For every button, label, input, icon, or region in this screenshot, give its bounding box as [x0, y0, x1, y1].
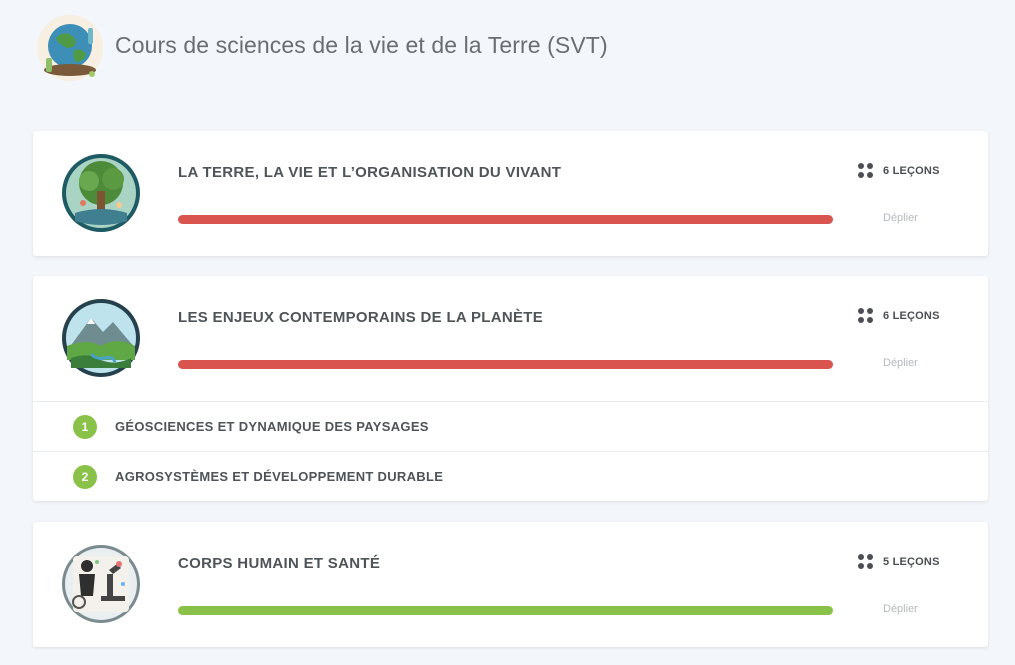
- tree-of-life-icon: [61, 153, 141, 233]
- number-badge: 1: [73, 414, 97, 439]
- lesson-meta: 5 LEÇONS: [858, 554, 940, 569]
- expand-link[interactable]: Déplier: [883, 212, 918, 224]
- chapter-card[interactable]: LA TERRE, LA VIE ET L’ORGANISATION DU VI…: [33, 131, 988, 256]
- course-header: Cours de sciences de la vie et de la Ter…: [34, 14, 608, 84]
- chapter-title: CORPS HUMAIN ET SANTÉ: [178, 555, 381, 572]
- lesson-meta: 6 LEÇONS: [858, 163, 940, 178]
- sub-chapter-title: GÉOSCIENCES ET DYNAMIQUE DES PAYSAGES: [115, 419, 429, 434]
- lesson-count: 6 LEÇONS: [883, 164, 940, 177]
- chapter-card[interactable]: LES ENJEUX CONTEMPORAINS DE LA PLANÈTE 6…: [33, 276, 988, 501]
- grid-dots-icon: [858, 308, 873, 323]
- course-page: Cours de sciences de la vie et de la Ter…: [0, 0, 1015, 665]
- microscope-health-icon: [61, 544, 141, 624]
- earth-globe-science-icon: [34, 14, 106, 84]
- chapter-header[interactable]: CORPS HUMAIN ET SANTÉ 5 LEÇONS Déplier: [33, 522, 988, 647]
- grid-dots-icon: [858, 163, 873, 178]
- sub-chapter-title: AGROSYSTÈMES ET DÉVELOPPEMENT DURABLE: [115, 469, 444, 484]
- chapter-title: LES ENJEUX CONTEMPORAINS DE LA PLANÈTE: [178, 309, 544, 326]
- page-title: Cours de sciences de la vie et de la Ter…: [115, 31, 608, 58]
- lesson-meta: 6 LEÇONS: [858, 308, 940, 323]
- sub-chapter-item[interactable]: 1 GÉOSCIENCES ET DYNAMIQUE DES PAYSAGES: [33, 401, 988, 451]
- lesson-count: 6 LEÇONS: [883, 309, 940, 322]
- expand-link[interactable]: Déplier: [883, 603, 918, 615]
- chapter-title: LA TERRE, LA VIE ET L’ORGANISATION DU VI…: [178, 164, 562, 181]
- progress-bar: [178, 215, 833, 224]
- sub-chapter-item[interactable]: 2 AGROSYSTÈMES ET DÉVELOPPEMENT DURABLE: [33, 451, 988, 501]
- chapter-card[interactable]: CORPS HUMAIN ET SANTÉ 5 LEÇONS Déplier: [33, 522, 988, 647]
- progress-bar: [178, 360, 833, 369]
- number-badge: 2: [73, 464, 97, 489]
- lesson-count: 5 LEÇONS: [883, 555, 940, 568]
- progress-bar: [178, 606, 833, 615]
- chapter-header[interactable]: LA TERRE, LA VIE ET L’ORGANISATION DU VI…: [33, 131, 988, 256]
- grid-dots-icon: [858, 554, 873, 569]
- expand-link[interactable]: Déplier: [883, 357, 918, 369]
- mountain-landscape-icon: [61, 298, 141, 378]
- chapter-header[interactable]: LES ENJEUX CONTEMPORAINS DE LA PLANÈTE 6…: [33, 276, 988, 401]
